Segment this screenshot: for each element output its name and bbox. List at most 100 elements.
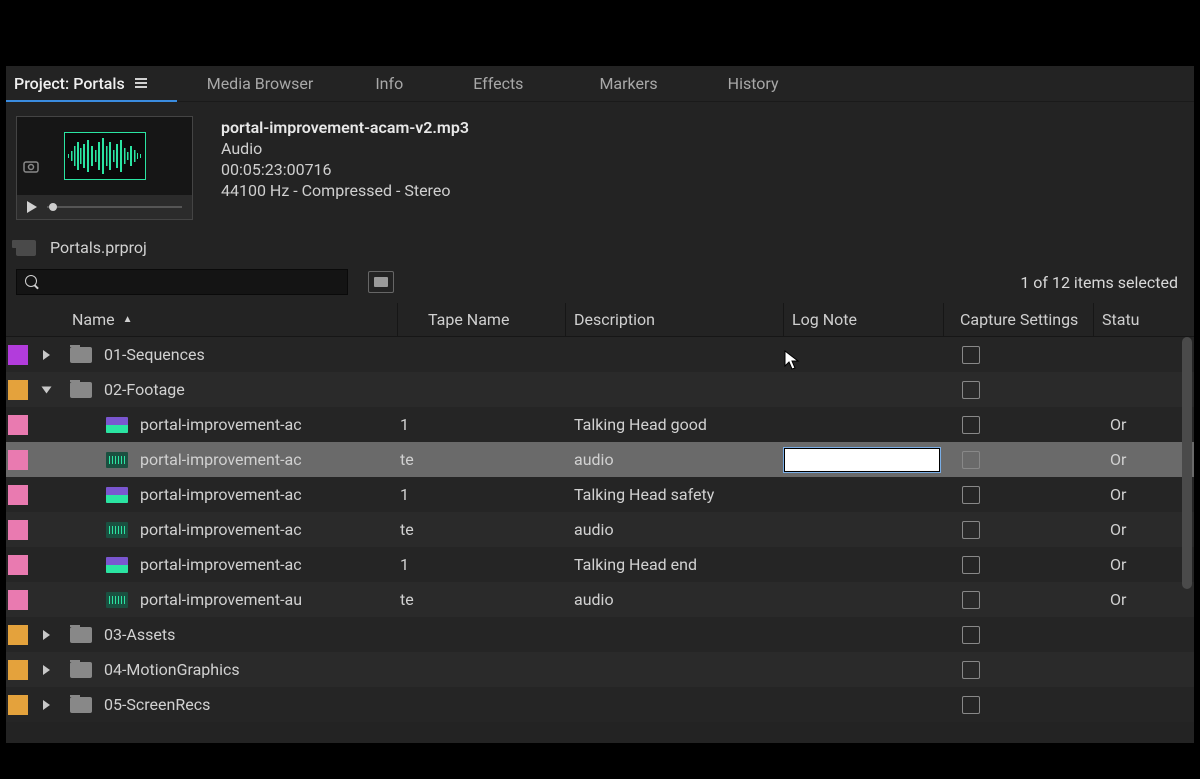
capture-checkbox[interactable] (962, 661, 980, 679)
label-chip[interactable] (8, 485, 28, 505)
status-cell[interactable]: Or (1094, 520, 1194, 539)
chevron-right-icon[interactable] (43, 350, 50, 360)
label-chip[interactable] (8, 415, 28, 435)
tape-cell[interactable]: 1 (398, 485, 566, 504)
label-chip[interactable] (8, 345, 28, 365)
tape-cell[interactable]: 1 (398, 415, 566, 434)
label-chip[interactable] (8, 695, 28, 715)
label-chip[interactable] (8, 660, 28, 680)
column-header-capture[interactable]: Capture Settings (944, 303, 1094, 336)
header-label: Name (72, 310, 115, 329)
table-row[interactable]: 04-MotionGraphics (6, 652, 1194, 687)
table-row[interactable]: portal-improvement-ac 1Talking Head good O… (6, 407, 1194, 442)
tab-history[interactable]: History (688, 66, 809, 102)
label-chip[interactable] (8, 555, 28, 575)
tab-project[interactable]: Project: Portals (6, 66, 177, 102)
capture-checkbox[interactable] (962, 556, 980, 574)
column-header-tape[interactable]: Tape Name (398, 303, 566, 336)
clip-preview: portal-improvement-acam-v2.mp3 Audio 00:… (6, 102, 1194, 234)
column-header-description[interactable]: Description (566, 303, 784, 336)
item-name[interactable]: portal-improvement-ac (140, 555, 302, 574)
item-name[interactable]: portal-improvement-ac (140, 415, 302, 434)
capture-checkbox[interactable] (962, 416, 980, 434)
tab-effects[interactable]: Effects (433, 66, 553, 102)
table-row[interactable]: portal-improvement-ac teaudio Or (6, 512, 1194, 547)
item-name[interactable]: 05-ScreenRecs (104, 695, 210, 714)
chevron-right-icon[interactable] (43, 665, 50, 675)
item-name[interactable]: portal-improvement-ac (140, 450, 302, 469)
search-input[interactable] (16, 269, 348, 295)
description-cell[interactable]: audio (566, 520, 784, 539)
description-cell[interactable]: Talking Head safety (566, 485, 784, 504)
table-row[interactable]: portal-improvement-ac 1Talking Head end Or (6, 547, 1194, 582)
description-cell[interactable]: Talking Head good (566, 415, 784, 434)
poster-frame-icon[interactable] (23, 161, 39, 177)
table-row[interactable]: 05-ScreenRecs (6, 687, 1194, 722)
capture-checkbox[interactable] (962, 521, 980, 539)
scrub-track[interactable] (47, 206, 182, 208)
status-cell[interactable]: Or (1094, 450, 1194, 469)
chevron-right-icon[interactable] (43, 630, 50, 640)
label-chip[interactable] (8, 625, 28, 645)
item-name[interactable]: 01-Sequences (104, 345, 205, 364)
chevron-down-icon[interactable] (41, 386, 51, 393)
description-cell[interactable]: audio (566, 590, 784, 609)
item-name[interactable]: 02-Footage (104, 380, 185, 399)
tape-cell[interactable]: te (398, 590, 566, 609)
capture-checkbox[interactable] (962, 591, 980, 609)
table-row[interactable]: portal-improvement-ac 1Talking Head safet… (6, 477, 1194, 512)
table-row[interactable]: portal-improvement-au teaudio Or (6, 582, 1194, 617)
tape-cell[interactable]: 1 (398, 555, 566, 574)
capture-checkbox[interactable] (962, 451, 980, 469)
tab-markers[interactable]: Markers (553, 66, 687, 102)
description-cell[interactable]: audio (566, 450, 784, 469)
item-name[interactable]: portal-improvement-au (140, 590, 302, 609)
status-cell[interactable]: Or (1094, 415, 1194, 434)
clip-format: 44100 Hz - Compressed - Stereo (221, 181, 469, 200)
status-cell[interactable]: Or (1094, 590, 1194, 609)
table-row[interactable]: 03-Assets (6, 617, 1194, 652)
scrub-knob[interactable] (49, 203, 57, 211)
project-icon[interactable] (16, 240, 36, 256)
scrollbar[interactable] (1182, 337, 1192, 589)
folder-icon (70, 697, 92, 713)
item-name[interactable]: 04-MotionGraphics (104, 660, 240, 679)
tape-cell[interactable]: te (398, 450, 566, 469)
log-note-input[interactable] (784, 448, 940, 472)
label-chip[interactable] (8, 450, 28, 470)
capture-checkbox[interactable] (962, 626, 980, 644)
capture-cell (944, 381, 1094, 399)
item-name[interactable]: portal-improvement-ac (140, 485, 302, 504)
description-cell[interactable]: Talking Head end (566, 555, 784, 574)
column-header-status[interactable]: Statu (1094, 310, 1178, 329)
video-clip-icon (106, 557, 128, 573)
table-row[interactable]: portal-improvement-ac teaudio Or (6, 442, 1194, 477)
status-cell[interactable]: Or (1094, 485, 1194, 504)
capture-checkbox[interactable] (962, 486, 980, 504)
capture-cell (944, 556, 1094, 574)
log-note-cell[interactable] (784, 448, 944, 472)
column-header-log-note[interactable]: Log Note (784, 303, 944, 336)
label-chip[interactable] (8, 590, 28, 610)
capture-checkbox[interactable] (962, 346, 980, 364)
project-table: Name ▲ Tape Name Description Log Note Ca… (6, 303, 1194, 743)
tape-cell[interactable]: te (398, 520, 566, 539)
item-name[interactable]: 03-Assets (104, 625, 175, 644)
capture-checkbox[interactable] (962, 696, 980, 714)
item-name[interactable]: portal-improvement-ac (140, 520, 302, 539)
column-headers: Name ▲ Tape Name Description Log Note Ca… (6, 303, 1194, 337)
capture-checkbox[interactable] (962, 381, 980, 399)
play-icon[interactable] (27, 201, 37, 213)
label-chip[interactable] (8, 520, 28, 540)
tab-media-browser[interactable]: Media Browser (177, 66, 344, 102)
clip-duration: 00:05:23:00716 (221, 160, 469, 179)
table-row[interactable]: 02-Footage (6, 372, 1194, 407)
chevron-right-icon[interactable] (43, 700, 50, 710)
new-bin-button[interactable] (368, 271, 394, 293)
table-row[interactable]: 01-Sequences (6, 337, 1194, 372)
label-chip[interactable] (8, 380, 28, 400)
column-header-name[interactable]: Name ▲ (64, 303, 398, 336)
tab-info[interactable]: Info (343, 66, 433, 102)
panel-menu-icon[interactable] (135, 78, 147, 88)
status-cell[interactable]: Or (1094, 555, 1194, 574)
